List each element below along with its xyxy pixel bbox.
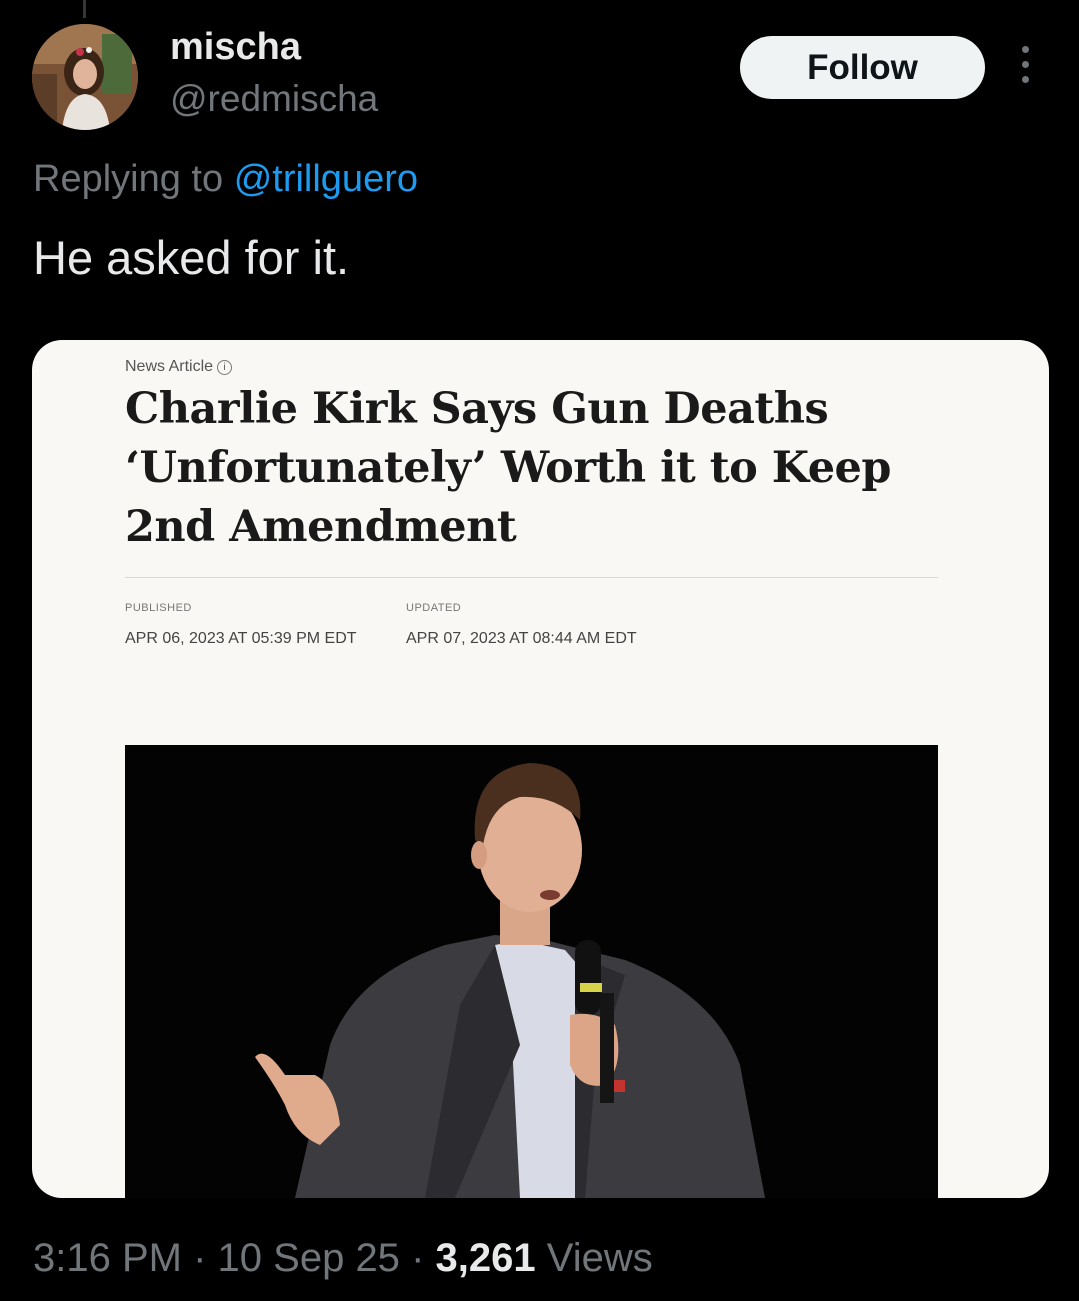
tweet-time[interactable]: 3:16 PM — [33, 1236, 182, 1280]
published-label: PUBLISHED — [125, 602, 192, 614]
info-icon: i — [217, 360, 233, 375]
article-photo — [125, 745, 938, 1198]
attached-image-card[interactable]: News Article i Charlie Kirk Says Gun Deat… — [32, 340, 1049, 1198]
speaker-photo — [125, 745, 938, 1198]
updated-date: APR 07, 2023 AT 08:44 AM EDT — [406, 630, 637, 647]
views-count: 3,261 — [435, 1236, 536, 1280]
more-options-icon[interactable] — [1010, 46, 1040, 90]
tweet-date[interactable]: 10 Sep 25 — [218, 1236, 400, 1280]
replying-prefix: Replying to — [33, 158, 224, 200]
divider — [125, 577, 938, 578]
meta-separator: · — [193, 1236, 207, 1280]
follow-button[interactable]: Follow — [740, 36, 985, 99]
reply-target-link[interactable]: @trillguero — [234, 158, 418, 200]
article-kicker-label: News Article — [125, 358, 214, 375]
article-headline: Charlie Kirk Says Gun Deaths ‘Unfortunat… — [125, 384, 891, 552]
avatar-image — [32, 24, 138, 130]
display-name[interactable]: mischa — [170, 26, 301, 69]
user-handle[interactable]: @redmischa — [170, 78, 378, 120]
thread-connector-line — [83, 0, 86, 18]
replying-to: Replying to @trillguero — [33, 158, 418, 201]
avatar[interactable] — [32, 24, 138, 130]
published-date: APR 06, 2023 AT 05:39 PM EDT — [125, 630, 357, 647]
views-label: Views — [546, 1236, 653, 1280]
tweet-text: He asked for it. — [33, 231, 350, 284]
meta-separator: · — [411, 1236, 425, 1280]
tweet-meta: 3:16 PM · 10 Sep 25 · 3,261 Views — [33, 1236, 653, 1281]
article-kicker: News Article i — [125, 358, 233, 376]
updated-label: UPDATED — [406, 602, 462, 614]
